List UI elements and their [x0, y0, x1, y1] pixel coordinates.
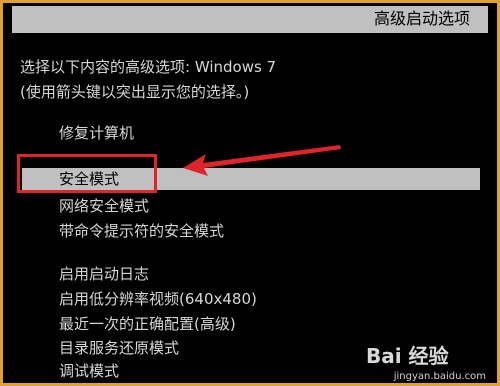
watermark-url: jingyan.baidu.com — [393, 371, 486, 382]
boot-options-screen: 高级启动选项 选择以下内容的高级选项: Windows 7 (使用箭头键以突出显… — [0, 0, 500, 386]
watermark-logo: Bai 经验 — [366, 344, 449, 368]
annotation-arrow-icon — [183, 145, 341, 176]
watermark: Bai 经验 jingyan.baidu.com — [356, 338, 486, 382]
